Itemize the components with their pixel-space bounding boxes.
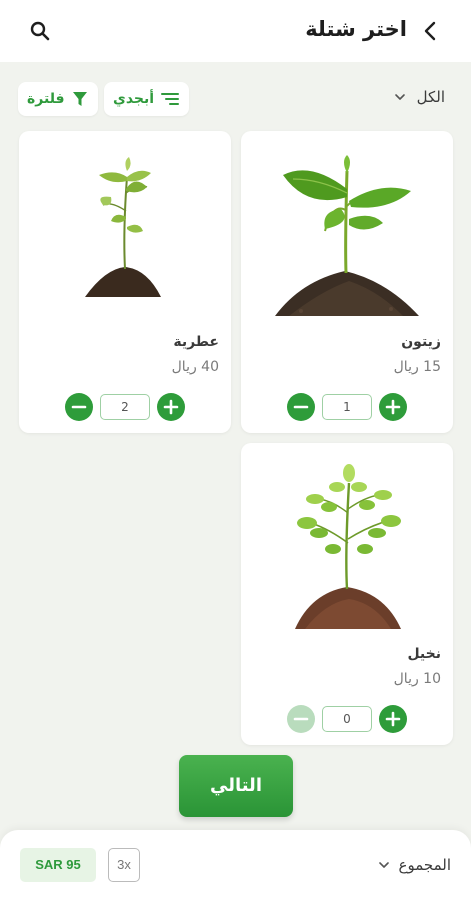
product-card[interactable]: زيتون 15 ريال 1 — [241, 131, 453, 433]
decrease-button[interactable] — [287, 393, 315, 421]
product-card[interactable]: عطرية 40 ريال 2 — [19, 131, 231, 433]
quantity-stepper: 2 — [65, 393, 185, 421]
plus-icon — [163, 399, 179, 415]
item-count-badge: 3x — [108, 848, 140, 882]
increase-button[interactable] — [157, 393, 185, 421]
quantity-stepper: 0 — [287, 705, 407, 733]
minus-icon — [293, 717, 309, 721]
app-header: اختر شتلة — [0, 0, 471, 62]
chevron-left-icon[interactable] — [419, 19, 443, 43]
increase-button[interactable] — [379, 705, 407, 733]
search-icon[interactable] — [28, 19, 52, 43]
olive-seedling-image — [275, 155, 419, 316]
product-price: 10 ريال — [393, 671, 441, 687]
category-dropdown[interactable]: الكل — [393, 88, 445, 106]
product-price: 40 ريال — [171, 359, 219, 375]
plus-icon — [385, 711, 401, 727]
category-label: الكل — [416, 88, 445, 106]
quantity-field[interactable]: 1 — [322, 394, 372, 420]
aromatic-seedling-image — [85, 157, 161, 297]
product-name: عطرية — [173, 334, 219, 350]
product-name: نخيل — [407, 646, 441, 662]
chevron-down-icon — [378, 862, 389, 868]
total-dropdown[interactable]: المجموع — [377, 856, 451, 874]
sort-icon — [161, 93, 180, 105]
filter-label: فلترة — [27, 91, 65, 107]
funnel-icon — [72, 92, 87, 106]
palm-seedling-image — [295, 464, 401, 629]
minus-icon — [293, 405, 309, 409]
increase-button[interactable] — [379, 393, 407, 421]
next-button[interactable]: التالي — [179, 755, 293, 817]
filter-button[interactable]: فلترة — [18, 82, 98, 116]
decrease-button[interactable] — [287, 705, 315, 733]
product-price: 15 ريال — [393, 359, 441, 375]
quantity-stepper: 1 — [287, 393, 407, 421]
filter-bar: الكل أبجدي فلترة — [0, 80, 471, 120]
total-amount: SAR 95 — [20, 848, 96, 882]
sort-button[interactable]: أبجدي — [104, 82, 190, 116]
page-title: اختر شتلة — [305, 17, 407, 41]
sort-label: أبجدي — [113, 91, 155, 107]
chevron-down-icon — [394, 94, 405, 100]
product-name: زيتون — [401, 334, 441, 350]
order-summary-bar: المجموع 3x SAR 95 — [0, 830, 471, 900]
product-card[interactable]: نخيل 10 ريال 0 — [241, 443, 453, 745]
quantity-field[interactable]: 0 — [322, 706, 372, 732]
plus-icon — [385, 399, 401, 415]
minus-icon — [71, 405, 87, 409]
total-label: المجموع — [398, 856, 451, 874]
quantity-field[interactable]: 2 — [100, 394, 150, 420]
decrease-button[interactable] — [65, 393, 93, 421]
